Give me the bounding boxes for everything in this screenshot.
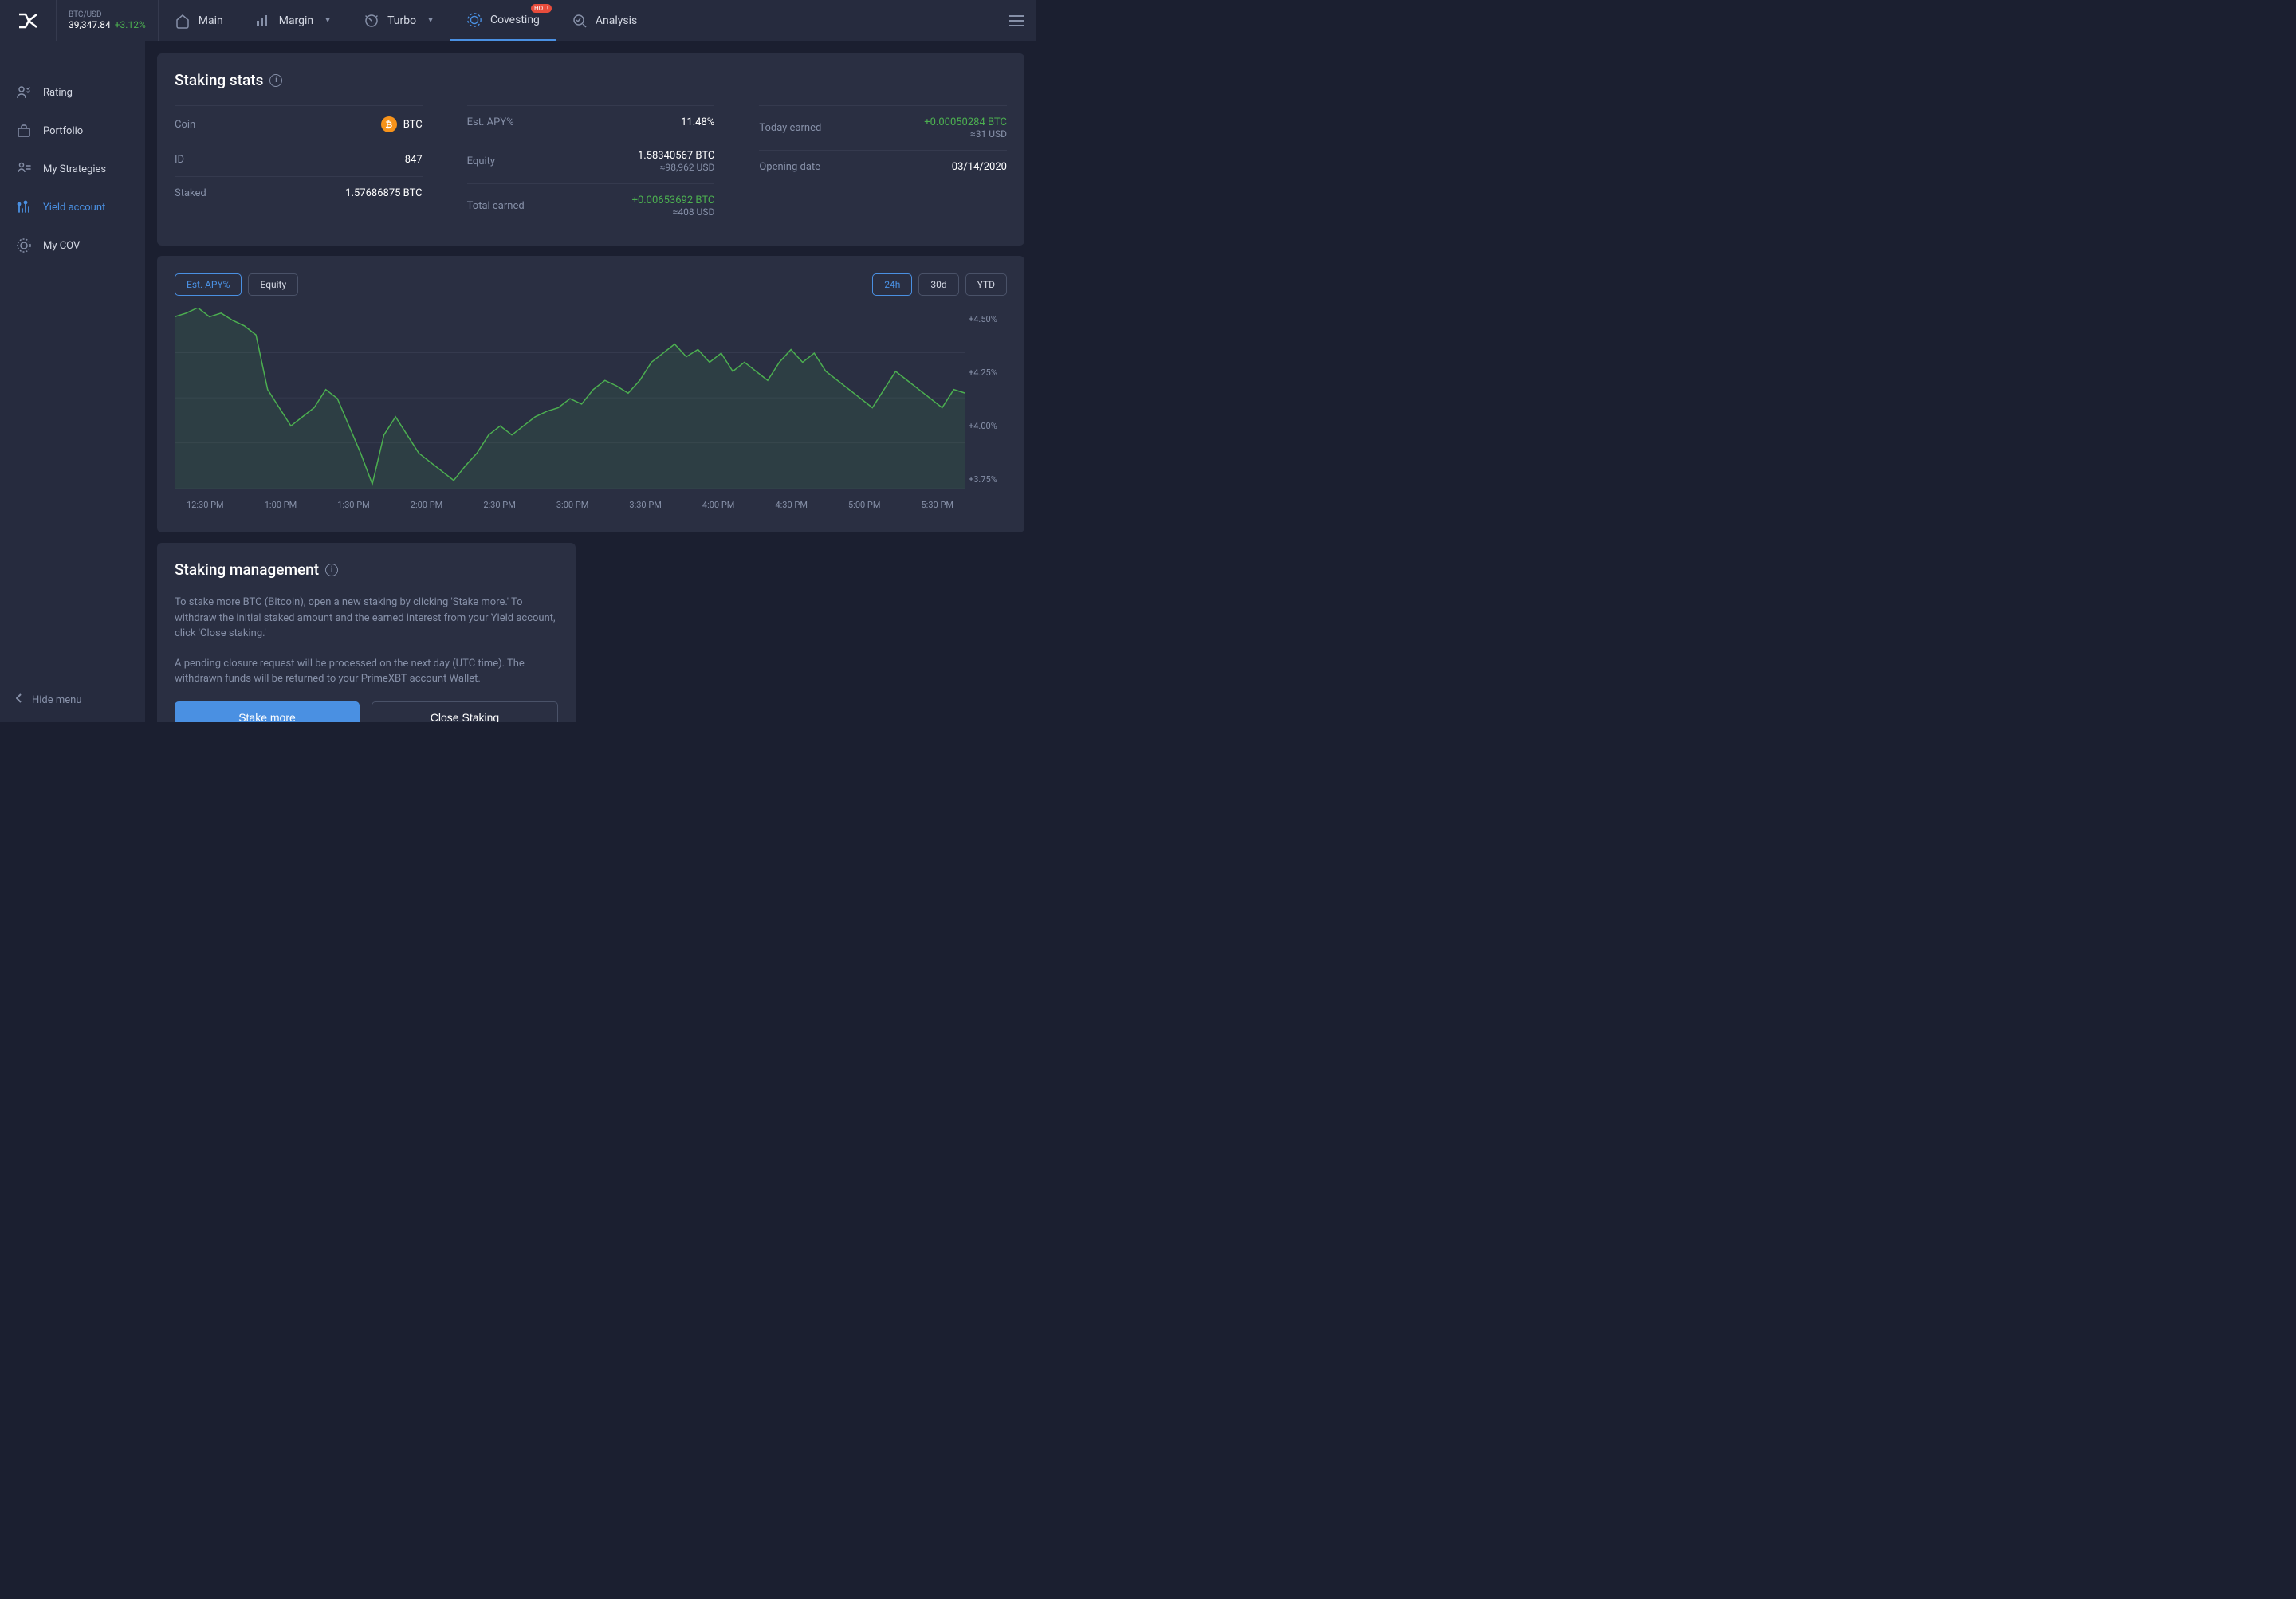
main-nav: Main Margin ▼ Turbo ▼ HOT! Covesting Ana… [159,0,997,41]
hot-badge: HOT! [531,4,552,13]
apy-chart [175,308,965,489]
sidebar-rating[interactable]: Rating [0,73,145,112]
sidebar: Rating Portfolio My Strategies Yield acc… [0,41,145,722]
nav-main[interactable]: Main [159,0,239,41]
nav-analysis-label: Analysis [596,14,637,27]
main-content: Staking stats i Coin ₿BTC ID 847 Staked … [145,41,1036,722]
coin-value: ₿BTC [381,116,423,132]
sidebar-yield-label: Yield account [43,202,105,214]
total-earned-label: Total earned [467,200,525,212]
close-staking-button[interactable]: Close Staking [372,701,558,723]
range-ytd[interactable]: YTD [965,273,1007,296]
chevron-left-icon [16,693,22,706]
nav-main-label: Main [199,14,223,27]
logo[interactable] [0,13,56,29]
turbo-icon [364,13,379,29]
management-text-1: To stake more BTC (Bitcoin), open a new … [175,595,558,642]
tab-apy[interactable]: Est. APY% [175,273,242,296]
management-text-2: A pending closure request will be proces… [175,656,558,687]
total-earned-value: +0.00653692 BTC≈408 USD [632,194,715,218]
staked-value: 1.57686875 BTC [345,187,422,199]
nav-turbo-label: Turbo [387,14,416,27]
staking-management-title: Staking management i [175,560,558,579]
nav-margin-label: Margin [279,14,313,27]
x-axis-labels: 12:30 PM1:00 PM1:30 PM2:00 PM2:30 PM3:00… [175,495,965,515]
apy-value: 11.48% [681,116,714,128]
staking-management-card: Staking management i To stake more BTC (… [157,543,576,722]
sidebar-strategies-label: My Strategies [43,163,106,175]
coin-label: Coin [175,119,195,131]
range-24h[interactable]: 24h [872,273,912,296]
nav-covesting-label: Covesting [490,14,540,26]
nav-analysis[interactable]: Analysis [556,0,653,41]
bars-icon [255,13,271,29]
id-label: ID [175,154,184,166]
cov-icon [16,238,32,253]
ticker-pair: BTC/USD [69,10,146,19]
nav-turbo[interactable]: Turbo ▼ [348,0,450,41]
ticker-price: 39,347.84+3.12% [69,19,146,30]
sidebar-cov-label: My COV [43,240,80,252]
apy-label: Est. APY% [467,116,514,128]
hide-menu-label: Hide menu [32,694,82,706]
portfolio-icon [16,123,32,139]
stake-more-button[interactable]: Stake more [175,701,360,723]
btc-icon: ₿ [381,116,397,132]
sidebar-strategies[interactable]: My Strategies [0,150,145,188]
sidebar-rating-label: Rating [43,87,73,99]
strategies-icon [16,161,32,177]
opening-date-label: Opening date [759,161,820,173]
staking-stats-card: Staking stats i Coin ₿BTC ID 847 Staked … [157,53,1024,246]
chart-area[interactable]: +4.50%+4.25%+4.00%+3.75% 12:30 PM1:00 PM… [175,308,1007,515]
covesting-icon [466,12,482,28]
nav-covesting[interactable]: HOT! Covesting [450,0,556,41]
chevron-down-icon: ▼ [324,16,332,25]
analysis-icon [572,13,588,29]
range-30d[interactable]: 30d [918,273,958,296]
id-value: 847 [405,154,423,166]
opening-date-value: 03/14/2020 [952,161,1007,173]
rating-icon [16,84,32,100]
hamburger-menu[interactable] [997,15,1036,26]
staking-stats-title: Staking stats i [175,71,1007,89]
ticker-change: +3.12% [115,19,146,30]
sidebar-cov[interactable]: My COV [0,226,145,265]
ticker[interactable]: BTC/USD 39,347.84+3.12% [56,0,159,41]
top-bar: BTC/USD 39,347.84+3.12% Main Margin ▼ Tu… [0,0,1036,41]
equity-value: 1.58340567 BTC≈98,962 USD [638,150,714,173]
y-axis-labels: +4.50%+4.25%+4.00%+3.75% [969,308,1007,491]
home-icon [175,13,191,29]
equity-label: Equity [467,155,495,167]
info-icon[interactable]: i [269,74,282,87]
chevron-down-icon: ▼ [427,16,434,25]
chart-range-tabs: 24h 30d YTD [872,273,1007,296]
today-earned-label: Today earned [759,122,821,134]
sidebar-portfolio[interactable]: Portfolio [0,112,145,150]
staked-label: Staked [175,187,206,199]
sidebar-yield[interactable]: Yield account [0,188,145,226]
chart-card: Est. APY% Equity 24h 30d YTD +4.50%+ [157,256,1024,532]
info-icon[interactable]: i [325,564,338,576]
sidebar-portfolio-label: Portfolio [43,125,83,137]
yield-icon [16,199,32,215]
today-earned-value: +0.00050284 BTC≈31 USD [924,116,1007,139]
hide-menu[interactable]: Hide menu [0,678,145,722]
tab-equity[interactable]: Equity [248,273,298,296]
nav-margin[interactable]: Margin ▼ [239,0,348,41]
chart-metric-tabs: Est. APY% Equity [175,273,298,296]
